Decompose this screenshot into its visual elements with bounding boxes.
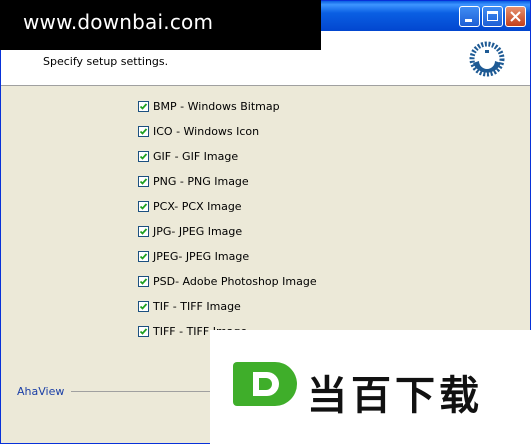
format-label: PNG - PNG Image [153, 174, 249, 188]
checkbox[interactable] [138, 125, 149, 137]
check-icon [139, 252, 148, 260]
setup-logo-icon [465, 39, 509, 84]
check-icon [139, 177, 148, 185]
format-label: TIF - TIFF Image [153, 299, 241, 313]
header-subtitle: Specify setup settings. [43, 55, 169, 68]
check-icon [139, 327, 148, 335]
check-icon [139, 152, 148, 160]
check-icon [139, 227, 148, 235]
check-icon [139, 277, 148, 285]
format-label: JPG- JPEG Image [153, 224, 243, 238]
watermark-top-text: www.downbai.com [23, 10, 214, 34]
checkbox[interactable] [138, 100, 149, 112]
checkbox[interactable] [138, 225, 149, 237]
format-item-ico[interactable]: ICO - Windows Icon [138, 123, 259, 139]
check-icon [139, 302, 148, 310]
checkbox[interactable] [138, 150, 149, 162]
checkbox[interactable] [138, 275, 149, 287]
checkbox[interactable] [138, 300, 149, 312]
format-item-jpeg[interactable]: JPEG- JPEG Image [138, 248, 249, 264]
format-item-psd[interactable]: PSD- Adobe Photoshop Image [138, 273, 317, 289]
close-button[interactable] [505, 6, 526, 27]
checkbox[interactable] [138, 200, 149, 212]
checkbox[interactable] [138, 325, 149, 337]
format-label: ICO - Windows Icon [153, 124, 260, 138]
watermark-bottom-text: 当百下载 [307, 373, 483, 419]
check-icon [139, 102, 148, 110]
format-item-tif[interactable]: TIF - TIFF Image [138, 298, 241, 314]
format-label: BMP - Windows Bitmap [153, 99, 280, 113]
minimize-icon [465, 19, 472, 22]
format-label: JPEG- JPEG Image [153, 249, 250, 263]
format-item-gif[interactable]: GIF - GIF Image [138, 148, 238, 164]
close-icon [510, 11, 521, 22]
format-item-png[interactable]: PNG - PNG Image [138, 173, 249, 189]
format-label: PSD- Adobe Photoshop Image [153, 274, 317, 288]
format-item-jpg[interactable]: JPG- JPEG Image [138, 223, 242, 239]
checkbox[interactable] [138, 250, 149, 262]
maximize-icon [487, 11, 498, 21]
minimize-button[interactable] [459, 6, 480, 27]
watermark-d-logo-icon [231, 360, 299, 413]
check-icon [139, 127, 148, 135]
footer-brand: AhaView [17, 385, 69, 398]
format-label: PCX- PCX Image [153, 199, 242, 213]
check-icon [139, 202, 148, 210]
checkbox[interactable] [138, 175, 149, 187]
watermark-bottom: 当百下载 [210, 330, 531, 444]
format-item-bmp[interactable]: BMP - Windows Bitmap [138, 98, 280, 114]
watermark-top: www.downbai.com [0, 0, 321, 50]
format-item-pcx[interactable]: PCX- PCX Image [138, 198, 242, 214]
maximize-button[interactable] [482, 6, 503, 27]
format-label: GIF - GIF Image [153, 149, 239, 163]
